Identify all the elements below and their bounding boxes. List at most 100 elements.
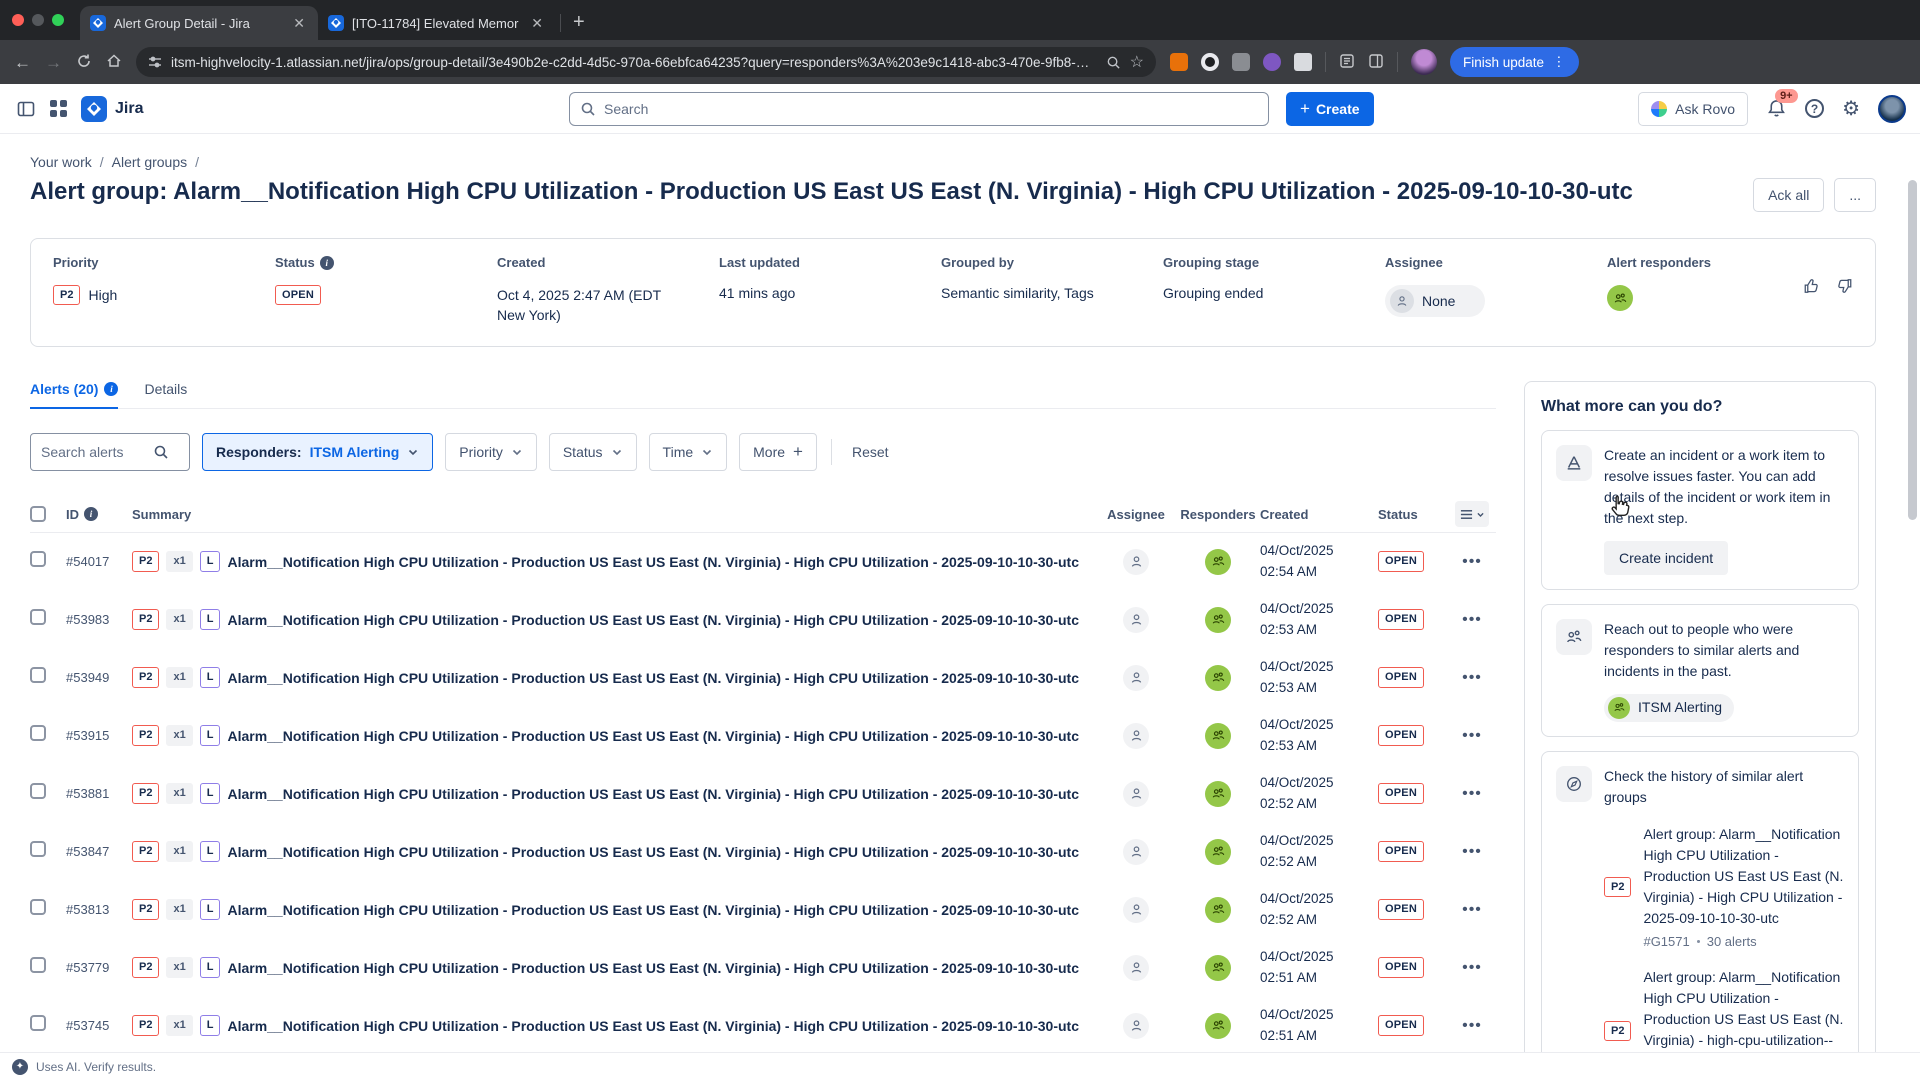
- row-checkbox[interactable]: [30, 609, 46, 625]
- row-actions-button[interactable]: •••: [1448, 727, 1496, 745]
- alert-summary-link[interactable]: Alarm__Notification High CPU Utilization…: [227, 786, 1079, 802]
- alert-id[interactable]: #54017: [66, 554, 132, 569]
- column-settings-button[interactable]: [1455, 501, 1489, 527]
- alert-id[interactable]: #53881: [66, 786, 132, 801]
- reset-filters-button[interactable]: Reset: [846, 444, 895, 460]
- responders-avatar[interactable]: [1205, 1013, 1231, 1039]
- ack-all-button[interactable]: Ack all: [1753, 178, 1824, 212]
- more-actions-button[interactable]: ...: [1834, 178, 1876, 212]
- row-actions-button[interactable]: •••: [1448, 785, 1496, 803]
- tab-details[interactable]: Details: [144, 381, 187, 408]
- column-summary[interactable]: Summary: [132, 507, 1096, 522]
- alert-summary-link[interactable]: Alarm__Notification High CPU Utilization…: [227, 612, 1079, 628]
- responder-tag[interactable]: ITSM Alerting: [1604, 694, 1734, 722]
- zoom-window-button[interactable]: [52, 14, 64, 26]
- extension-icon-1[interactable]: [1170, 53, 1188, 71]
- info-icon[interactable]: i: [104, 382, 118, 396]
- row-checkbox[interactable]: [30, 957, 46, 973]
- close-tab-icon[interactable]: ✕: [290, 15, 308, 32]
- breadcrumb-alert-groups[interactable]: Alert groups: [112, 154, 187, 170]
- create-button[interactable]: + Create: [1286, 92, 1374, 126]
- browser-profile-avatar[interactable]: [1411, 49, 1437, 75]
- forward-icon[interactable]: →: [45, 54, 62, 71]
- responders-avatar[interactable]: [1607, 285, 1633, 311]
- sidebar-toggle-icon[interactable]: [16, 99, 36, 119]
- side-panel-icon[interactable]: [1368, 53, 1384, 72]
- responders-avatar[interactable]: [1205, 665, 1231, 691]
- alert-summary-link[interactable]: Alarm__Notification High CPU Utilization…: [227, 902, 1079, 918]
- responders-avatar[interactable]: [1205, 607, 1231, 633]
- assignee-picker[interactable]: None: [1385, 285, 1485, 317]
- app-switcher-icon[interactable]: [50, 100, 67, 117]
- column-id[interactable]: ID: [66, 507, 79, 522]
- alert-summary-link[interactable]: Alarm__Notification High CPU Utilization…: [227, 670, 1079, 686]
- row-actions-button[interactable]: •••: [1448, 843, 1496, 861]
- alert-id[interactable]: #53847: [66, 844, 132, 859]
- column-created[interactable]: Created: [1260, 507, 1378, 522]
- site-settings-icon[interactable]: [148, 55, 162, 69]
- reading-list-icon[interactable]: [1339, 53, 1355, 72]
- settings-gear-icon[interactable]: ⚙: [1842, 99, 1860, 119]
- responders-avatar[interactable]: [1205, 955, 1231, 981]
- alert-summary-link[interactable]: Alarm__Notification High CPU Utilization…: [227, 554, 1079, 570]
- row-checkbox[interactable]: [30, 725, 46, 741]
- search-alerts-box[interactable]: [30, 433, 190, 471]
- assignee-icon[interactable]: [1123, 781, 1149, 807]
- alert-id[interactable]: #53949: [66, 670, 132, 685]
- assignee-icon[interactable]: [1123, 897, 1149, 923]
- alert-summary-link[interactable]: Alarm__Notification High CPU Utilization…: [227, 1018, 1079, 1034]
- info-icon[interactable]: i: [320, 256, 334, 270]
- assignee-icon[interactable]: [1123, 607, 1149, 633]
- alert-id[interactable]: #53813: [66, 902, 132, 917]
- extension-icon-3[interactable]: [1232, 53, 1250, 71]
- row-actions-button[interactable]: •••: [1448, 611, 1496, 629]
- filter-responders[interactable]: Responders: ITSM Alerting: [202, 433, 433, 471]
- row-checkbox[interactable]: [30, 551, 46, 567]
- browser-tab-inactive[interactable]: [ITO-11784] Elevated Memor ✕: [318, 6, 556, 40]
- home-icon[interactable]: [106, 53, 122, 72]
- responders-avatar[interactable]: [1205, 781, 1231, 807]
- scrollbar-thumb[interactable]: [1908, 180, 1917, 520]
- row-checkbox[interactable]: [30, 783, 46, 799]
- global-search[interactable]: [569, 92, 1269, 126]
- thumbs-down-icon[interactable]: [1835, 277, 1853, 300]
- address-bar[interactable]: itsm-highvelocity-1.atlassian.net/jira/o…: [136, 47, 1156, 77]
- tab-alerts[interactable]: Alerts (20) i: [30, 381, 118, 409]
- row-checkbox[interactable]: [30, 899, 46, 915]
- user-avatar[interactable]: [1878, 95, 1906, 123]
- assignee-icon[interactable]: [1123, 723, 1149, 749]
- extension-icon-2[interactable]: [1201, 53, 1219, 71]
- minimize-window-button[interactable]: [32, 14, 44, 26]
- bookmark-star-icon[interactable]: ☆: [1130, 52, 1144, 72]
- thumbs-up-icon[interactable]: [1803, 277, 1821, 300]
- help-icon[interactable]: ?: [1805, 99, 1824, 118]
- search-input[interactable]: [604, 101, 1258, 117]
- extension-icon-5[interactable]: [1294, 53, 1312, 71]
- close-tab-icon[interactable]: ✕: [528, 15, 546, 32]
- row-checkbox[interactable]: [30, 667, 46, 683]
- alert-summary-link[interactable]: Alarm__Notification High CPU Utilization…: [227, 844, 1079, 860]
- notifications-bell-icon[interactable]: 9+: [1766, 98, 1787, 119]
- responders-avatar[interactable]: [1205, 549, 1231, 575]
- row-checkbox[interactable]: [30, 841, 46, 857]
- new-tab-button[interactable]: +: [565, 11, 597, 40]
- column-responders[interactable]: Responders: [1176, 507, 1260, 522]
- back-icon[interactable]: ←: [14, 54, 31, 71]
- alert-id[interactable]: #53983: [66, 612, 132, 627]
- row-actions-button[interactable]: •••: [1448, 669, 1496, 687]
- assignee-icon[interactable]: [1123, 839, 1149, 865]
- refresh-icon[interactable]: [76, 53, 92, 72]
- create-incident-button[interactable]: Create incident: [1604, 541, 1728, 575]
- alert-id[interactable]: #53779: [66, 960, 132, 975]
- row-actions-button[interactable]: •••: [1448, 553, 1496, 571]
- kebab-menu-icon[interactable]: ⋮: [1552, 54, 1566, 70]
- alert-summary-link[interactable]: Alarm__Notification High CPU Utilization…: [227, 728, 1079, 744]
- breadcrumb-your-work[interactable]: Your work: [30, 154, 92, 170]
- select-all-checkbox[interactable]: [30, 506, 46, 522]
- assignee-icon[interactable]: [1123, 549, 1149, 575]
- close-window-button[interactable]: [12, 14, 24, 26]
- ask-rovo-button[interactable]: Ask Rovo: [1638, 92, 1748, 126]
- filter-status[interactable]: Status: [549, 433, 637, 471]
- history-item[interactable]: P2 Alert group: Alarm__Notification High…: [1604, 824, 1844, 952]
- filter-more[interactable]: More +: [739, 433, 817, 471]
